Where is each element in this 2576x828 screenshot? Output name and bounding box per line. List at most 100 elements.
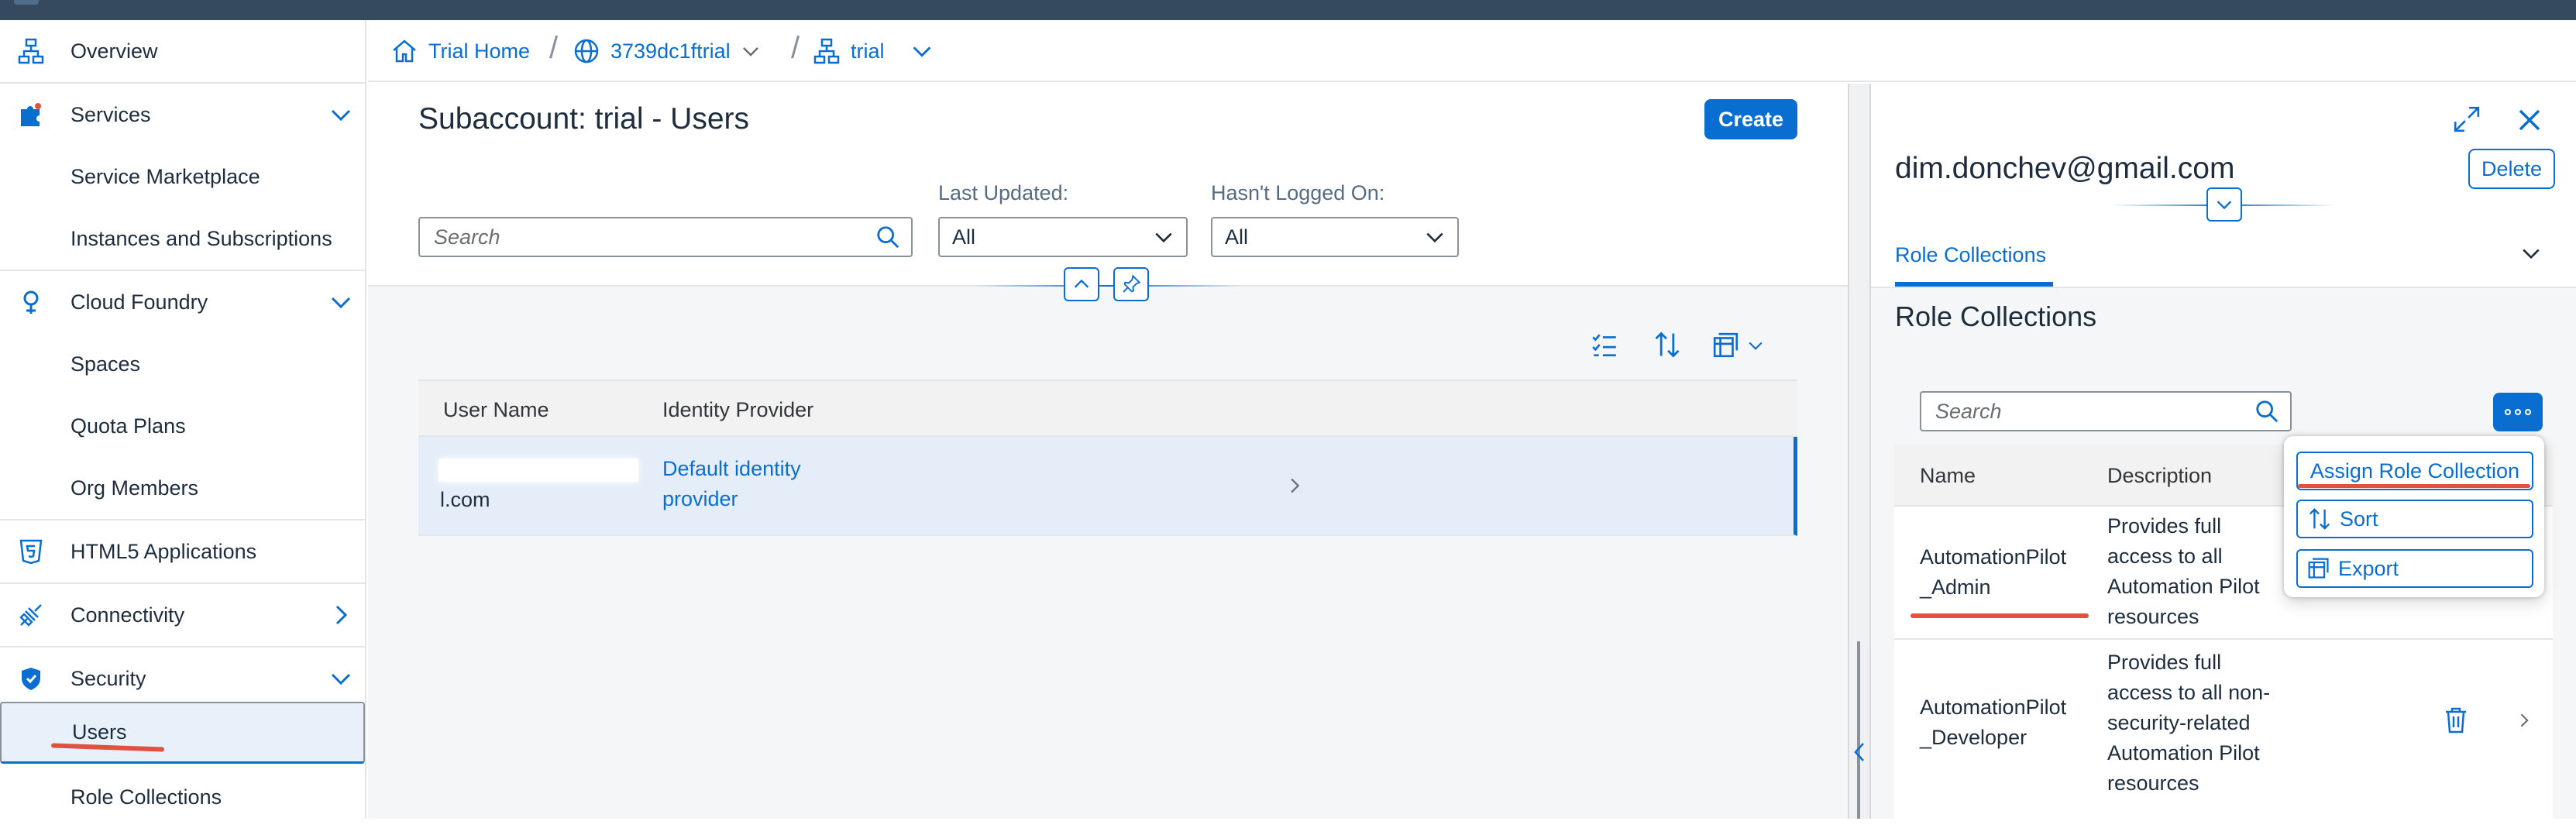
sidebar-item-label: Connectivity xyxy=(71,603,185,627)
breadcrumb-home-label: Trial Home xyxy=(428,39,531,63)
delete-icon[interactable] xyxy=(2444,706,2468,734)
description-line: Automation Pilot xyxy=(2107,575,2260,598)
sidebar-item-instances-subscriptions[interactable]: Instances and Subscriptions xyxy=(0,208,365,270)
column-user-name[interactable]: User Name xyxy=(443,381,549,438)
chevron-down-icon[interactable] xyxy=(2519,242,2543,265)
shield-icon xyxy=(15,663,46,694)
identity-provider-link[interactable]: Default identity provider xyxy=(662,454,801,514)
multi-select-icon[interactable] xyxy=(1591,332,1618,359)
chevron-down-icon[interactable] xyxy=(328,101,354,128)
menu-item-export[interactable]: Export xyxy=(2296,549,2533,588)
menu-item-label: Sort xyxy=(2340,507,2378,531)
menu-item-label: Export xyxy=(2338,556,2399,580)
chevron-down-icon[interactable] xyxy=(328,289,354,315)
column-identity-provider[interactable]: Identity Provider xyxy=(662,381,813,438)
close-icon[interactable] xyxy=(2516,107,2543,133)
chevron-down-icon[interactable] xyxy=(328,665,354,692)
chevron-left-icon[interactable] xyxy=(1852,740,1868,764)
sidebar-item-overview[interactable]: Overview xyxy=(0,20,365,82)
sidebar-item-role-collections[interactable]: Role Collections xyxy=(0,766,365,828)
redacted-block xyxy=(439,459,638,482)
sidebar-item-label: Services xyxy=(71,102,151,126)
search-input[interactable]: Search xyxy=(418,217,913,257)
chevron-right-icon[interactable] xyxy=(1285,476,1305,496)
role-description-cell: Provides full access to all Automation P… xyxy=(2107,511,2260,632)
breadcrumb: Trial Home / 3739dc1ftrial / trial xyxy=(368,20,2576,82)
tab-role-collections[interactable]: Role Collections xyxy=(1895,243,2046,267)
html5-icon xyxy=(15,536,46,567)
chevron-down-icon[interactable] xyxy=(910,39,934,64)
sidebar-item-label: Users xyxy=(72,720,127,744)
search-icon[interactable] xyxy=(875,225,900,249)
delete-button[interactable]: Delete xyxy=(2468,149,2555,189)
description-line: resources xyxy=(2107,605,2199,628)
pane-splitter[interactable] xyxy=(1848,84,1871,819)
chevron-down-icon xyxy=(1155,232,1172,243)
sort-icon[interactable] xyxy=(1653,330,1682,359)
breadcrumb-subaccount[interactable]: trial xyxy=(813,20,934,82)
search-icon[interactable] xyxy=(2254,399,2279,424)
chevron-right-icon[interactable] xyxy=(328,602,354,628)
connection-icon xyxy=(15,600,46,630)
table-row[interactable]: l.com Default identity provider xyxy=(418,437,1797,536)
menu-item-label: Assign Role Collection xyxy=(2309,459,2520,483)
sidebar-item-label: Org Members xyxy=(71,476,199,500)
collapse-header-button[interactable] xyxy=(1064,267,1099,301)
header-separator xyxy=(976,285,1240,287)
sidebar-item-connectivity[interactable]: Connectivity xyxy=(0,584,365,646)
role-name-cell: AutomationPilot _Developer xyxy=(1920,692,2066,753)
globe-icon xyxy=(574,39,599,64)
hasnt-logged-on-value: All xyxy=(1225,225,1249,249)
description-line: resources xyxy=(2107,771,2199,795)
sidebar-item-org-members[interactable]: Org Members xyxy=(0,457,365,519)
pin-header-button[interactable] xyxy=(1113,267,1149,301)
table-settings-button[interactable] xyxy=(1712,330,1774,361)
sidebar-item-label: Spaces xyxy=(71,352,141,376)
search-placeholder: Search xyxy=(434,225,500,249)
sidebar-item-service-marketplace[interactable]: Service Marketplace xyxy=(0,146,365,208)
role-name-line: AutomationPilot xyxy=(1920,545,2067,569)
sidebar-item-quota-plans[interactable]: Quota Plans xyxy=(0,395,365,457)
description-line: Automation Pilot xyxy=(2107,741,2260,764)
sidebar-item-security[interactable]: Security xyxy=(0,648,365,709)
last-updated-label: Last Updated: xyxy=(938,181,1069,204)
column-name[interactable]: Name xyxy=(1920,445,1976,507)
description-line: Provides full xyxy=(2107,514,2222,538)
more-actions-button[interactable] xyxy=(2493,393,2543,431)
sidebar-item-services[interactable]: Services xyxy=(0,84,365,146)
export-icon xyxy=(2308,558,2329,579)
chevron-down-icon xyxy=(1749,342,1763,350)
sidebar-item-spaces[interactable]: Spaces xyxy=(0,333,365,395)
role-name-line: _Admin xyxy=(1920,575,1991,599)
sidebar-item-users[interactable]: Users xyxy=(0,702,365,764)
role-name-cell: AutomationPilot _Admin xyxy=(1920,542,2066,603)
sidebar: Overview Services Service Marketplace In… xyxy=(0,20,366,819)
role-description-cell: Provides full access to all non- securit… xyxy=(2107,648,2270,799)
sidebar-item-html5-applications[interactable]: HTML5 Applications xyxy=(0,521,365,582)
annotation-underline xyxy=(2298,484,2530,488)
breadcrumb-globalaccount[interactable]: 3739dc1ftrial xyxy=(573,20,762,82)
shell-logo[interactable] xyxy=(14,0,39,5)
create-button[interactable]: Create xyxy=(1704,99,1797,139)
hasnt-logged-on-select[interactable]: All xyxy=(1211,217,1459,257)
breadcrumb-globalaccount-label: 3739dc1ftrial xyxy=(610,39,731,63)
breadcrumb-home[interactable]: Trial Home xyxy=(391,20,530,82)
menu-item-sort[interactable]: Sort xyxy=(2296,500,2533,538)
sort-icon xyxy=(2309,508,2330,530)
search-placeholder: Search xyxy=(1935,399,2002,423)
last-updated-select[interactable]: All xyxy=(938,217,1188,257)
fullscreen-icon[interactable] xyxy=(2453,105,2481,133)
expand-header-button[interactable] xyxy=(2206,187,2242,222)
role-search-input[interactable]: Search xyxy=(1920,391,2292,431)
identity-provider-line: Default identity xyxy=(662,457,801,480)
column-description[interactable]: Description xyxy=(2107,445,2212,507)
page-title: Subaccount: trial - Users xyxy=(418,102,750,136)
sidebar-item-cloud-foundry[interactable]: Cloud Foundry xyxy=(0,271,365,333)
role-name-line: _Developer xyxy=(1920,726,2027,749)
sidebar-item-label: Service Marketplace xyxy=(71,164,260,188)
chevron-right-icon[interactable] xyxy=(2515,711,2533,730)
tab-selected-indicator xyxy=(1895,282,2053,287)
identity-provider-line: provider xyxy=(662,487,738,510)
splitter-grip[interactable] xyxy=(1857,641,1860,819)
chevron-down-icon[interactable] xyxy=(740,40,762,62)
